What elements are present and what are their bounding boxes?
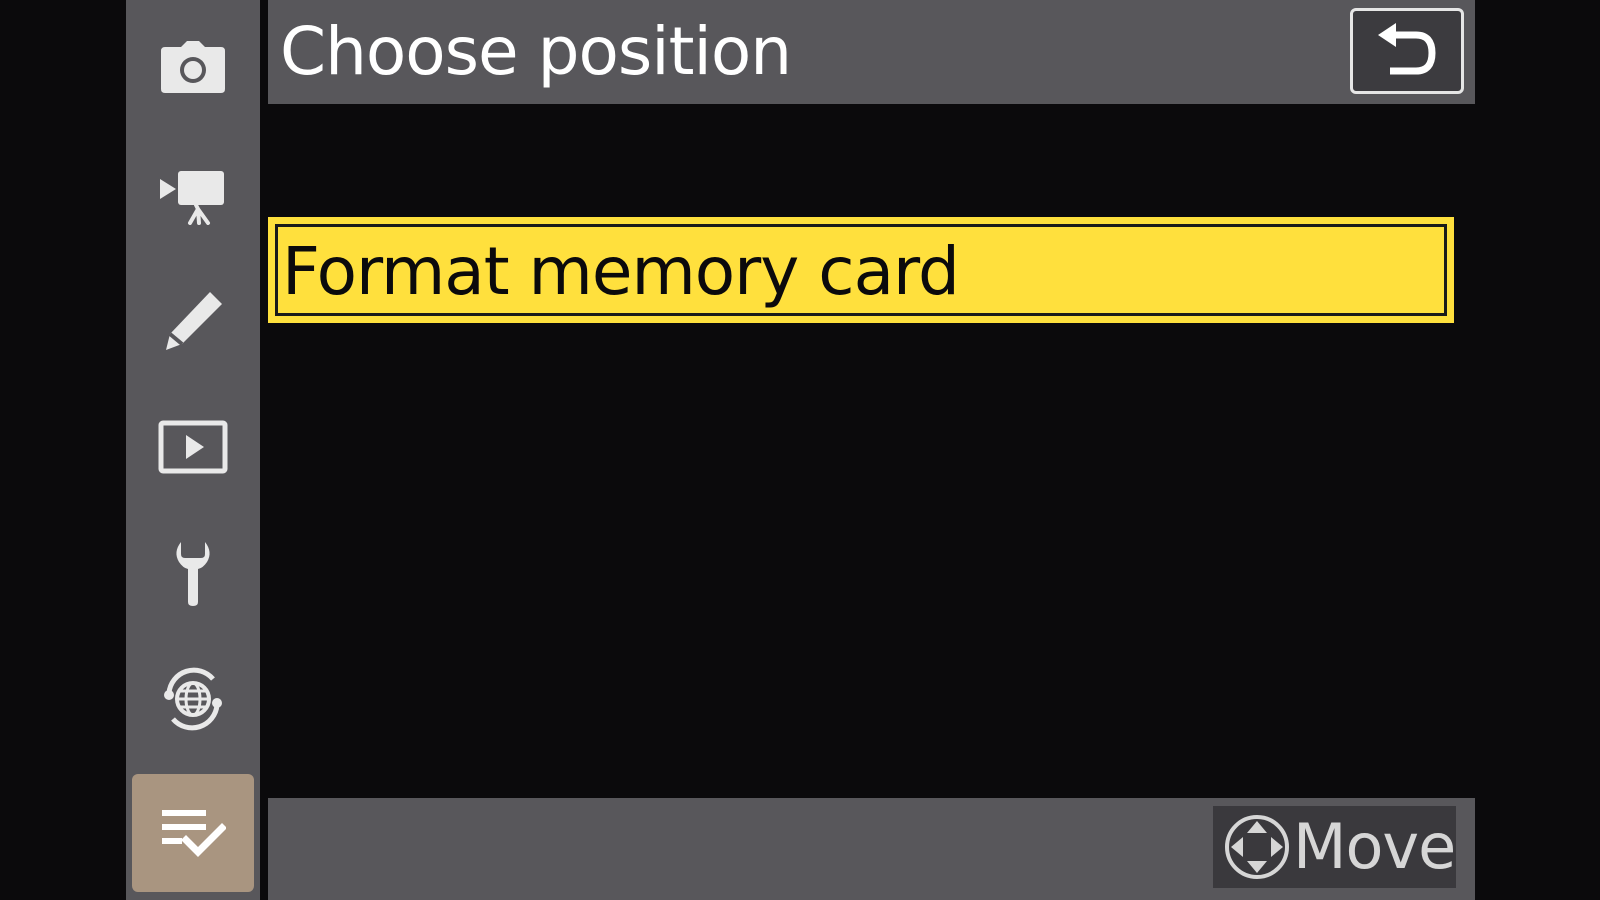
footer-bar: Move	[268, 798, 1475, 900]
network-globe-icon	[164, 667, 222, 731]
header-bar: Choose position	[268, 0, 1475, 104]
rail-item-custom-settings[interactable]	[132, 262, 254, 380]
list-item-label: Format memory card	[282, 233, 960, 310]
page-title: Choose position	[280, 13, 792, 90]
my-menu-checklist-icon	[162, 810, 226, 857]
playback-icon	[158, 420, 228, 474]
camera-icon	[161, 41, 225, 93]
back-button[interactable]	[1350, 8, 1464, 94]
move-hint: Move	[1213, 806, 1456, 888]
wrench-icon	[176, 542, 210, 606]
rail-item-setup[interactable]	[132, 514, 254, 632]
move-label: Move	[1293, 810, 1456, 883]
pencil-icon	[166, 292, 222, 350]
list-item[interactable]: Format memory card	[268, 217, 1454, 323]
multi-selector-icon	[1225, 815, 1289, 879]
rail-item-my-menu[interactable]	[132, 774, 254, 892]
rail-item-network[interactable]	[132, 640, 254, 758]
rail-item-photo-shooting[interactable]	[132, 8, 254, 126]
rail-item-playback[interactable]	[132, 388, 254, 506]
menu-rail	[126, 0, 260, 900]
rail-item-movie-recording[interactable]	[132, 136, 254, 254]
camera-menu-screen: Choose position Format memory card Move	[0, 0, 1600, 900]
return-arrow-icon	[1378, 23, 1436, 75]
movie-camera-icon	[160, 171, 224, 225]
